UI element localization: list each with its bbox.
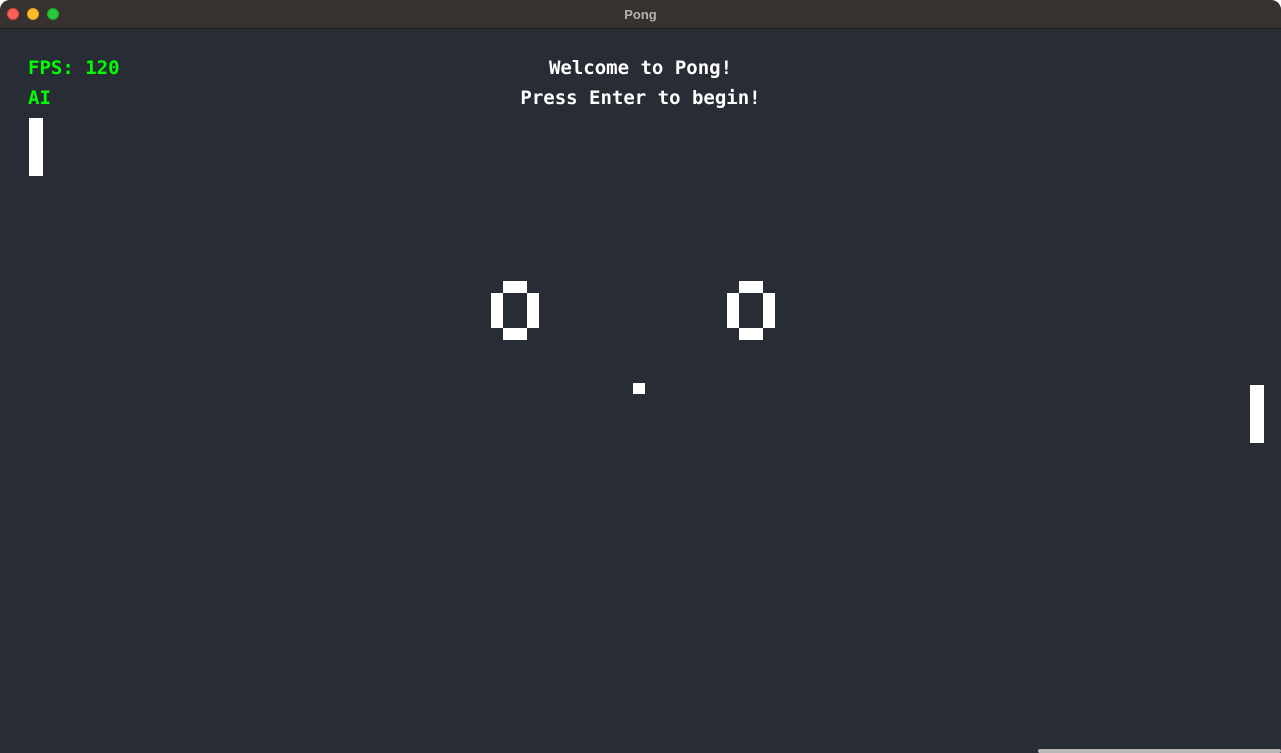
right-score: 0 xyxy=(727,281,775,340)
window-titlebar[interactable]: Pong xyxy=(0,0,1281,29)
start-prompt: Press Enter to begin! xyxy=(520,87,761,109)
left-paddle xyxy=(29,118,43,176)
pong-window: Pong FPS: 120 AI Welcome to Pong! Press … xyxy=(0,0,1281,753)
horizontal-scrollbar[interactable] xyxy=(1038,749,1281,753)
right-score-glyph xyxy=(727,281,775,340)
window-title: Pong xyxy=(624,7,657,22)
left-score-glyph xyxy=(491,281,539,340)
right-paddle xyxy=(1250,385,1264,443)
welcome-message: Welcome to Pong! xyxy=(548,57,733,79)
ball xyxy=(633,383,645,394)
left-score: 0 xyxy=(491,281,539,340)
